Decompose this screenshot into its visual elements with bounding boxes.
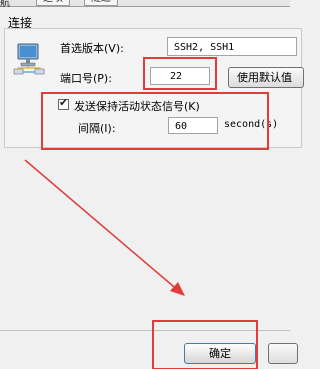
interval-label: 间隔(I): [78, 122, 116, 135]
footer-divider [0, 330, 290, 331]
cancel-button[interactable] [268, 343, 298, 364]
checkmark-icon: ✔ [59, 96, 69, 109]
annotation-arrow-line [24, 159, 181, 293]
preferred-version-combo[interactable]: SSH2, SSH1 [167, 37, 297, 56]
tab-options[interactable]: 选项 [36, 0, 70, 6]
use-default-button[interactable]: 使用默认值 [228, 67, 304, 88]
tab-tunnel[interactable]: 隧道 [84, 0, 118, 6]
port-label: 端口号(P): [60, 72, 112, 85]
annotation-arrow-head [170, 282, 185, 296]
interval-unit: second(s) [224, 119, 279, 130]
keepalive-label[interactable]: 发送保持活动状态信号(K) [74, 98, 200, 114]
tab-fragment[interactable]: 航 [0, 0, 10, 9]
preferred-version-label: 首选版本(V): [60, 42, 124, 55]
network-computer-icon [13, 43, 45, 75]
interval-input[interactable]: 60 [168, 117, 218, 134]
ok-button[interactable]: 确定 [184, 343, 256, 364]
port-input[interactable]: 22 [150, 67, 210, 85]
